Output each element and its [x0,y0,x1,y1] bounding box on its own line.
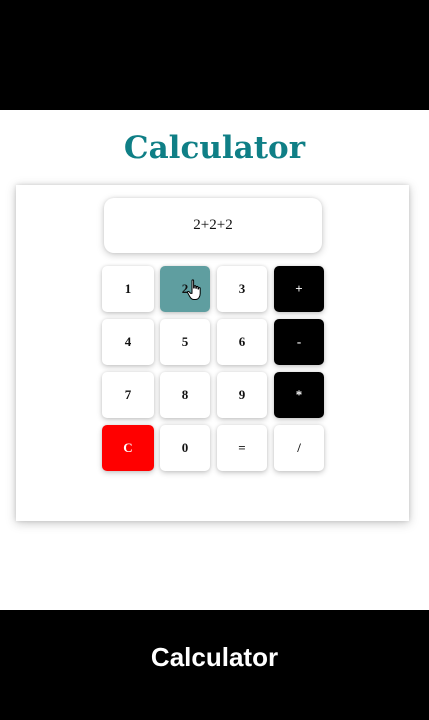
key-7[interactable]: 7 [102,372,154,418]
calculator-display: 2+2+2 [104,198,322,253]
page-title: Calculator [123,130,306,166]
key-divide[interactable]: / [274,425,324,471]
key-1[interactable]: 1 [102,266,154,312]
key-clear[interactable]: C [102,425,154,471]
key-5[interactable]: 5 [160,319,210,365]
key-plus[interactable]: + [274,266,324,312]
key-4[interactable]: 4 [102,319,154,365]
key-3[interactable]: 3 [217,266,267,312]
video-caption: Calculator [150,642,279,672]
top-black-bar [0,0,429,110]
key-multiply[interactable]: * [274,372,324,418]
key-minus[interactable]: - [274,319,324,365]
key-0[interactable]: 0 [160,425,210,471]
hand-pointer-icon [186,279,201,300]
key-9[interactable]: 9 [217,372,267,418]
key-equals[interactable]: = [217,425,267,471]
key-6[interactable]: 6 [217,319,267,365]
key-8[interactable]: 8 [160,372,210,418]
